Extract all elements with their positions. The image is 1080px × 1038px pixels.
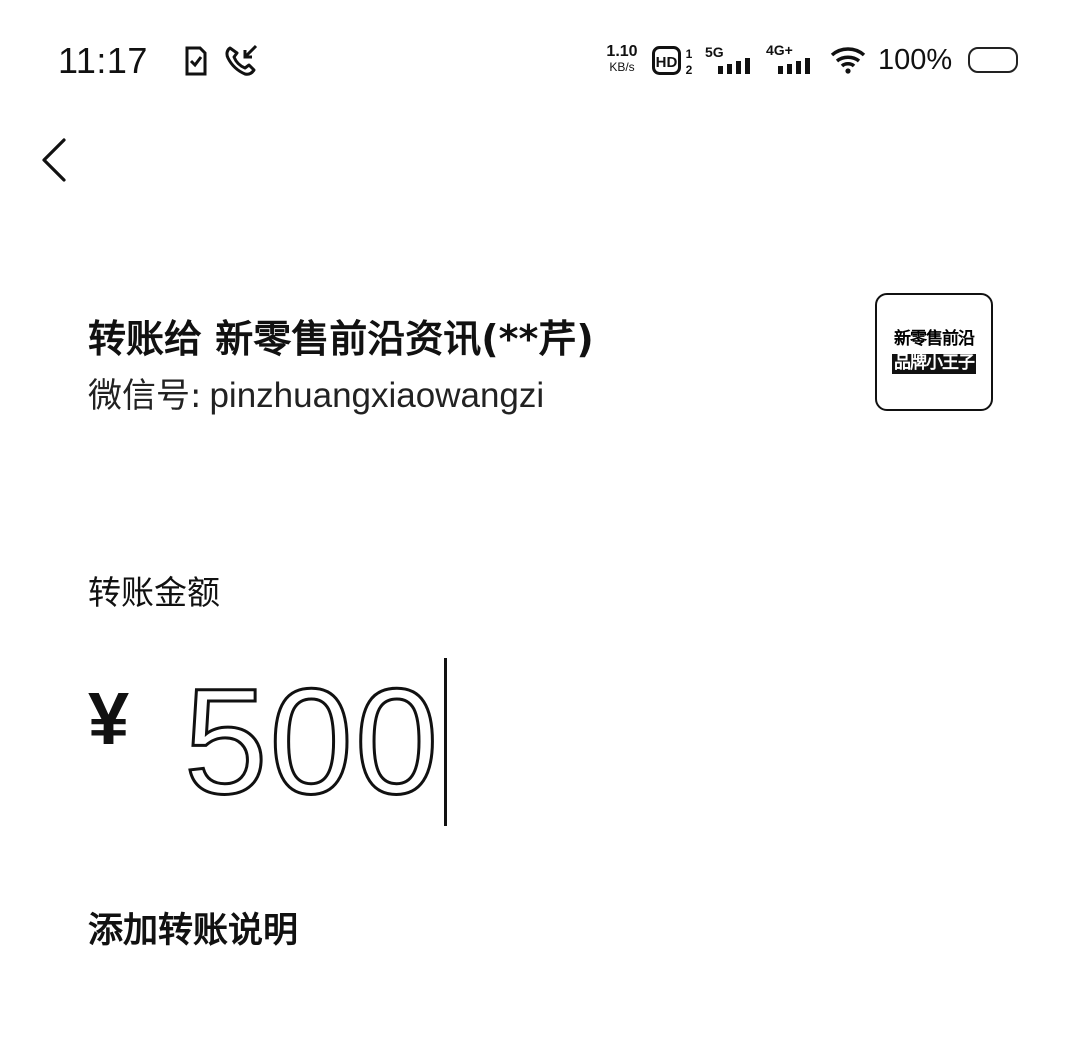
network-speed: 1.10 KB/s: [606, 43, 638, 74]
recipient-title: 转账给 新零售前沿资讯(**芹): [88, 308, 594, 363]
avatar-text-line1: 新零售前沿: [894, 329, 975, 350]
amount-input-row[interactable]: ¥ 500: [88, 656, 988, 827]
hd-voice-icon: HD 1 2: [652, 46, 696, 80]
missed-call-icon: [224, 44, 258, 80]
wifi-icon: [830, 46, 866, 78]
battery-percent: 100%: [878, 44, 953, 76]
hd-label: HD: [656, 54, 678, 71]
chevron-left-icon: [42, 138, 66, 182]
sim-card-check-icon: [183, 46, 209, 80]
add-transfer-note-link[interactable]: 添加转账说明: [88, 902, 298, 953]
sim-index-1: 1: [686, 47, 693, 61]
text-caret: [444, 658, 448, 826]
sim-index-2: 2: [686, 63, 693, 76]
status-time: 11:17: [58, 40, 148, 81]
amount-value: 500: [182, 656, 441, 827]
signal-bars-icon: [776, 56, 816, 78]
recipient-avatar: 新零售前沿 品牌小王子: [875, 293, 993, 411]
wechat-id-value: pinzhuangxiaowangzi: [209, 376, 545, 415]
recipient-name: 新零售前沿资讯(**芹): [215, 317, 594, 361]
battery-icon: [968, 47, 1018, 73]
back-button[interactable]: [30, 128, 80, 192]
currency-symbol: ¥: [88, 677, 130, 760]
amount-input[interactable]: 500: [182, 656, 448, 827]
status-bar: 11:17 1.10 KB/s HD 1 2 5G 4G+ 100%: [0, 0, 1080, 120]
avatar-text-line2: 品牌小王子: [892, 353, 976, 374]
signal-bars-icon: [716, 56, 756, 78]
wechat-id-label: 微信号:: [88, 376, 202, 416]
amount-label: 转账金额: [88, 573, 220, 612]
wechat-id: 微信号: pinzhuangxiaowangzi: [88, 368, 544, 417]
transfer-to-prefix: 转账给: [88, 317, 203, 361]
